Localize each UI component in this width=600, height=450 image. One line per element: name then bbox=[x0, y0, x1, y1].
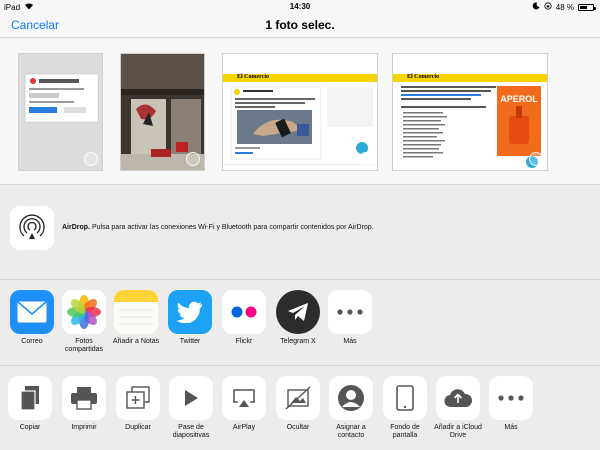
battery-icon bbox=[578, 3, 596, 11]
action-label: Duplicar bbox=[125, 424, 151, 431]
selection-circle-icon[interactable] bbox=[359, 152, 373, 166]
orientation-lock-icon bbox=[544, 2, 552, 12]
airdrop-description: AirDrop. Pulsa para activar las conexion… bbox=[62, 224, 374, 231]
app-label: Correo bbox=[21, 338, 43, 345]
more-icon bbox=[489, 376, 533, 420]
more-icon bbox=[328, 290, 372, 334]
action-icloud-drive[interactable]: Añadir a iCloud Drive bbox=[434, 376, 482, 440]
action-copy[interactable]: Copiar bbox=[6, 376, 54, 432]
action-label: Imprimir bbox=[71, 424, 97, 431]
action-label: Fondo de pantalla bbox=[390, 424, 420, 439]
app-label: Más bbox=[343, 338, 357, 345]
sheet-title: 1 foto selec. bbox=[265, 18, 335, 32]
play-icon bbox=[169, 376, 213, 420]
action-label: Asignar a contacto bbox=[336, 424, 366, 439]
app-telegram-x[interactable]: Telegram X bbox=[274, 290, 322, 346]
photo-strip[interactable]: El Comercio El Comercio APEROL bbox=[0, 39, 600, 185]
notes-icon bbox=[114, 290, 158, 334]
app-notes[interactable]: Añadir a Notas bbox=[112, 290, 160, 346]
photo-thumbnail[interactable]: El Comercio APEROL bbox=[392, 53, 548, 171]
status-bar: iPad 14:30 48 % bbox=[0, 0, 600, 14]
selection-circle-icon[interactable] bbox=[84, 152, 98, 166]
share-sheet-header: Cancelar 1 foto selec. bbox=[0, 14, 600, 38]
action-wallpaper[interactable]: Fondo de pantalla bbox=[381, 376, 429, 440]
twitter-icon bbox=[168, 290, 212, 334]
airdrop-section[interactable]: AirDrop. Pulsa para activar las conexion… bbox=[0, 186, 600, 278]
telegram-icon bbox=[276, 290, 320, 334]
app-shared-photos[interactable]: Fotos compartidas bbox=[60, 290, 108, 354]
action-label: Añadir a iCloud Drive bbox=[434, 424, 482, 439]
action-label: Más bbox=[504, 424, 518, 431]
action-label: Ocultar bbox=[286, 424, 310, 431]
action-airplay[interactable]: AirPlay bbox=[220, 376, 268, 432]
wallpaper-icon bbox=[383, 376, 427, 420]
app-label: Añadir a Notas bbox=[112, 338, 160, 345]
share-actions-row: Copiar Imprimir Duplicar Pase de diaposi… bbox=[0, 365, 600, 450]
photo-thumbnail[interactable] bbox=[18, 53, 103, 171]
share-apps-row: Correo Fotos compartidas Añadir a Notas … bbox=[0, 279, 600, 365]
action-more[interactable]: Más bbox=[487, 376, 535, 432]
app-label: Flickr bbox=[235, 338, 253, 345]
airplay-icon bbox=[222, 376, 266, 420]
action-assign-contact[interactable]: Asignar a contacto bbox=[327, 376, 375, 440]
battery-percent: 48 % bbox=[555, 2, 574, 12]
mail-icon bbox=[10, 290, 54, 334]
action-label: Copiar bbox=[19, 424, 41, 431]
aperol-logo: APEROL bbox=[500, 94, 538, 104]
app-label: Telegram X bbox=[280, 338, 316, 345]
status-time: 14:30 bbox=[289, 2, 311, 11]
action-label: Pase de diapositivas bbox=[172, 424, 210, 439]
app-twitter[interactable]: Twitter bbox=[166, 290, 214, 346]
icloud-upload-icon bbox=[436, 376, 480, 420]
airdrop-text: Pulsa para activar las conexiones Wi-Fi … bbox=[91, 224, 374, 231]
status-right: 48 % bbox=[532, 2, 596, 12]
action-label: AirPlay bbox=[232, 424, 256, 431]
hide-icon bbox=[276, 376, 320, 420]
photo-thumbnail[interactable]: El Comercio bbox=[222, 53, 378, 171]
contact-icon bbox=[329, 376, 373, 420]
airdrop-icon[interactable] bbox=[10, 206, 54, 250]
app-mail[interactable]: Correo bbox=[8, 290, 56, 346]
flickr-icon bbox=[222, 290, 266, 334]
selection-circle-icon[interactable] bbox=[529, 152, 543, 166]
duplicate-icon bbox=[116, 376, 160, 420]
printer-icon bbox=[62, 376, 106, 420]
moon-icon bbox=[532, 2, 540, 12]
action-hide[interactable]: Ocultar bbox=[274, 376, 322, 432]
copy-icon bbox=[8, 376, 52, 420]
photo-thumbnail[interactable] bbox=[120, 53, 205, 171]
airdrop-label: AirDrop. bbox=[62, 224, 90, 231]
app-flickr[interactable]: Flickr bbox=[220, 290, 268, 346]
action-slideshow[interactable]: Pase de diapositivas bbox=[167, 376, 215, 440]
app-label: Fotos compartidas bbox=[64, 338, 104, 353]
action-print[interactable]: Imprimir bbox=[60, 376, 108, 432]
selection-circle-icon[interactable] bbox=[186, 152, 200, 166]
action-duplicate[interactable]: Duplicar bbox=[114, 376, 162, 432]
app-label: Twitter bbox=[179, 338, 201, 345]
app-more[interactable]: Más bbox=[326, 290, 374, 346]
photos-icon bbox=[62, 290, 106, 334]
